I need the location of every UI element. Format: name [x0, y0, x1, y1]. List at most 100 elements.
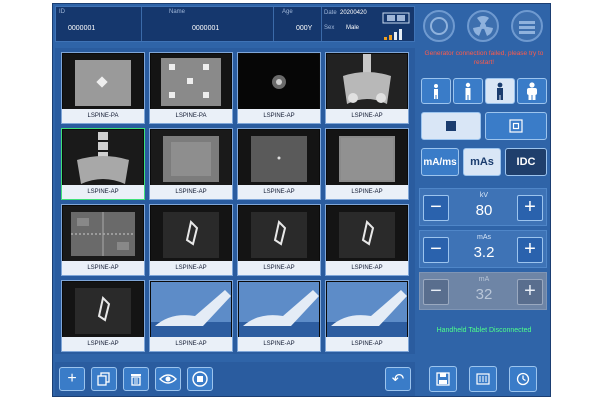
- thumbnail-caption: LSPINE-AP: [238, 337, 320, 351]
- mode-mams-button[interactable]: mA/ms: [421, 148, 459, 176]
- xray-flat-panel: [63, 54, 143, 110]
- thumbnail[interactable]: LSPINE-AP: [237, 52, 321, 124]
- thumbnail-image: [151, 130, 231, 186]
- thumbnail-caption: LSPINE-AP: [326, 109, 408, 123]
- body-size-small-button[interactable]: [453, 78, 483, 104]
- body-size-medium-button[interactable]: [485, 78, 515, 104]
- mode-idc-button[interactable]: IDC: [505, 148, 547, 176]
- child-figure-icon: [434, 84, 438, 99]
- save-button[interactable]: [429, 366, 457, 392]
- thumbnail-caption: LSPINE-AP: [326, 185, 408, 199]
- film-icon: [476, 373, 490, 385]
- save-icon: [436, 372, 450, 386]
- copy-button[interactable]: [91, 367, 117, 391]
- plus-icon: +: [67, 370, 77, 387]
- thumbnail-caption: LSPINE-PA: [62, 109, 144, 123]
- xray-dark-panel: [239, 130, 319, 186]
- thumbnail-image: [239, 130, 319, 186]
- kv-increase-button[interactable]: +: [517, 195, 543, 221]
- thumbnail[interactable]: LSPINE-AP: [325, 128, 409, 200]
- thumbnail[interactable]: LSPINE-AP: [237, 204, 321, 276]
- thumbnail-caption: LSPINE-AP: [326, 261, 408, 275]
- thumbnail-image: [239, 206, 319, 262]
- thumbnail-caption: LSPINE-AP: [150, 261, 232, 275]
- undo-button[interactable]: ↶: [385, 367, 411, 391]
- thumbnail[interactable]: LSPINE-AP: [61, 204, 145, 276]
- mode-mas-button[interactable]: mAs: [463, 148, 501, 176]
- kv-label: kV: [479, 192, 489, 199]
- thumbnail-image: [239, 282, 319, 338]
- sex-value: Male: [346, 25, 360, 31]
- signal-strength-icon: [382, 27, 412, 40]
- body-size-child-button[interactable]: [421, 78, 451, 104]
- thumbnail[interactable]: LSPINE-AP: [325, 52, 409, 124]
- film-button[interactable]: [469, 366, 497, 392]
- thumbnail-caption: LSPINE-AP: [238, 185, 320, 199]
- thumbnail[interactable]: LSPINE-AP: [237, 280, 321, 352]
- stop-button[interactable]: [187, 367, 213, 391]
- mas-label: mAs: [477, 234, 491, 241]
- thumbnail[interactable]: LSPINE-AP: [149, 280, 233, 352]
- thumbnail[interactable]: LSPINE-PA: [61, 52, 145, 124]
- sex-label: Sex: [324, 25, 335, 31]
- patient-figure: [327, 282, 407, 338]
- id-label: ID: [59, 9, 65, 15]
- thumbnail[interactable]: LSPINE-PA: [149, 52, 233, 124]
- collimator-icon: [511, 10, 543, 42]
- xray-lumbar-spine: [63, 130, 143, 186]
- xray-grainy-panel: [327, 130, 407, 186]
- large-adult-icon: [527, 82, 537, 100]
- exposure-panel: Generator connection failed, please try …: [417, 4, 550, 396]
- thumbnail[interactable]: LSPINE-AP: [149, 128, 233, 200]
- xray-round-object: [239, 54, 319, 110]
- age-cell: Age 000Y: [274, 7, 322, 41]
- thumbnail-caption: LSPINE-AP: [150, 185, 232, 199]
- view-button[interactable]: [155, 367, 181, 391]
- patient-figure: [151, 282, 231, 338]
- timer-icon: [516, 372, 530, 386]
- mas-increase-button[interactable]: +: [517, 237, 543, 263]
- undo-icon: ↶: [391, 371, 405, 388]
- generator-status-icon: [423, 10, 455, 42]
- small-adult-icon: [465, 82, 471, 100]
- thumbnail-caption: LSPINE-AP: [150, 337, 232, 351]
- thumbnail[interactable]: LSPINE-AP: [61, 280, 145, 352]
- mas-value: 3.2: [473, 244, 495, 261]
- thumbnail[interactable]: LSPINE-AP: [237, 128, 321, 200]
- thumbnail-image: [151, 282, 231, 338]
- thumbnail[interactable]: LSPINE-AP: [325, 204, 409, 276]
- id-cell: ID 0000001: [56, 7, 142, 41]
- mas-decrease-button[interactable]: −: [423, 237, 449, 263]
- ma-decrease-button[interactable]: −: [423, 279, 449, 305]
- age-value: 000Y: [296, 25, 313, 32]
- thumbnail-caption: LSPINE-AP: [62, 261, 144, 275]
- center-field-icon: [509, 119, 523, 133]
- ma-value: 32: [475, 286, 493, 303]
- timer-button[interactable]: [509, 366, 537, 392]
- kv-decrease-button[interactable]: −: [423, 195, 449, 221]
- name-value: 0000001: [192, 25, 220, 32]
- generator-error-text: Generator connection failed, please try …: [424, 50, 544, 66]
- thumbnail-caption: LSPINE-PA: [150, 109, 232, 123]
- kv-control: − kV 80 +: [419, 188, 547, 226]
- name-cell: Name 0000001: [142, 7, 274, 41]
- waveform-icon: [382, 12, 410, 24]
- mas-control: − mAs 3.2 +: [419, 230, 547, 268]
- copy-icon: [97, 372, 110, 386]
- aec-full-field-button[interactable]: [421, 112, 481, 140]
- thumbnail-image: [327, 54, 407, 110]
- aec-center-field-button[interactable]: [485, 112, 547, 140]
- thumbnail-image: [327, 206, 407, 262]
- name-label: Name: [169, 9, 186, 15]
- thumbnail[interactable]: LSPINE-AP: [149, 204, 233, 276]
- thumbnail[interactable]: LSPINE-AP: [325, 280, 409, 352]
- date-value: 20200420: [340, 10, 367, 16]
- ma-increase-button[interactable]: +: [517, 279, 543, 305]
- add-button[interactable]: +: [59, 367, 85, 391]
- thumbnail-selected[interactable]: LSPINE-AP: [61, 128, 145, 200]
- delete-button[interactable]: [123, 367, 149, 391]
- trash-icon: [131, 374, 141, 386]
- body-size-large-button[interactable]: [517, 78, 547, 104]
- xray-clip: [151, 206, 231, 262]
- xray-phantom: [151, 54, 231, 110]
